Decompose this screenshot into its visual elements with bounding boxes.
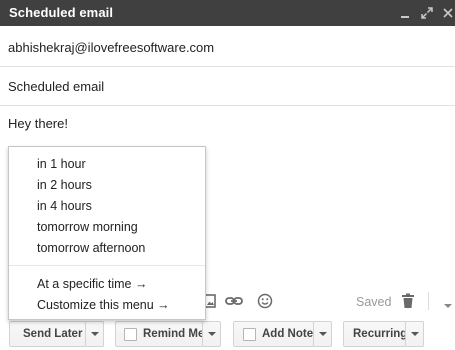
window-title: Scheduled email bbox=[9, 5, 114, 20]
menu-item-in-2-hours[interactable]: in 2 hours bbox=[37, 178, 92, 192]
remind-me-dropdown-button[interactable] bbox=[202, 321, 221, 347]
to-field[interactable]: abhishekraj@ilovefreesoftware.com bbox=[0, 26, 455, 67]
recurring-label: Recurring bbox=[353, 328, 408, 340]
send-later-dropdown-button[interactable] bbox=[85, 321, 104, 347]
send-later-button[interactable]: Send Later bbox=[9, 321, 86, 347]
compose-titlebar: Scheduled email bbox=[0, 0, 455, 26]
compose-window: Scheduled email abhishekraj@ilovefreesof… bbox=[0, 0, 455, 350]
menu-item-in-1-hour[interactable]: in 1 hour bbox=[37, 157, 86, 171]
remind-me-button[interactable]: Remind Me bbox=[115, 321, 205, 347]
add-note-dropdown-button[interactable] bbox=[313, 321, 332, 347]
emoji-icon[interactable] bbox=[257, 293, 273, 309]
recurring-dropdown-button[interactable] bbox=[405, 321, 424, 347]
add-note-button[interactable]: Add Note bbox=[233, 321, 314, 347]
minimize-icon[interactable] bbox=[398, 6, 412, 20]
close-icon[interactable] bbox=[441, 6, 455, 20]
add-note-checkbox[interactable] bbox=[243, 328, 256, 341]
photo-icon[interactable] bbox=[204, 293, 220, 309]
remind-me-checkbox[interactable] bbox=[124, 328, 137, 341]
menu-item-specific-time[interactable]: At a specific time → bbox=[37, 277, 147, 291]
add-note-label: Add Note bbox=[262, 328, 314, 340]
to-recipient[interactable]: abhishekraj@ilovefreesoftware.com bbox=[8, 40, 214, 55]
menu-divider bbox=[9, 265, 205, 266]
send-later-menu: in 1 hour in 2 hours in 4 hours tomorrow… bbox=[8, 146, 206, 320]
send-later-label: Send Later bbox=[23, 328, 83, 340]
menu-item-in-4-hours[interactable]: in 4 hours bbox=[37, 199, 92, 213]
subject-text[interactable]: Scheduled email bbox=[8, 79, 104, 94]
trash-icon[interactable] bbox=[401, 293, 417, 309]
link-icon[interactable] bbox=[225, 293, 243, 309]
toolbar-divider bbox=[428, 292, 429, 310]
remind-me-label: Remind Me bbox=[143, 328, 205, 340]
menu-item-tomorrow-morning[interactable]: tomorrow morning bbox=[37, 220, 138, 234]
recurring-button[interactable]: Recurring bbox=[343, 321, 408, 347]
saved-status: Saved bbox=[356, 295, 392, 309]
more-options-icon[interactable] bbox=[443, 297, 453, 308]
menu-item-customize[interactable]: Customize this menu → bbox=[37, 298, 170, 312]
message-body[interactable]: Hey there! bbox=[8, 116, 68, 131]
subject-field[interactable]: Scheduled email bbox=[0, 67, 455, 106]
menu-item-tomorrow-afternoon[interactable]: tomorrow afternoon bbox=[37, 241, 145, 255]
expand-icon[interactable] bbox=[420, 6, 434, 20]
